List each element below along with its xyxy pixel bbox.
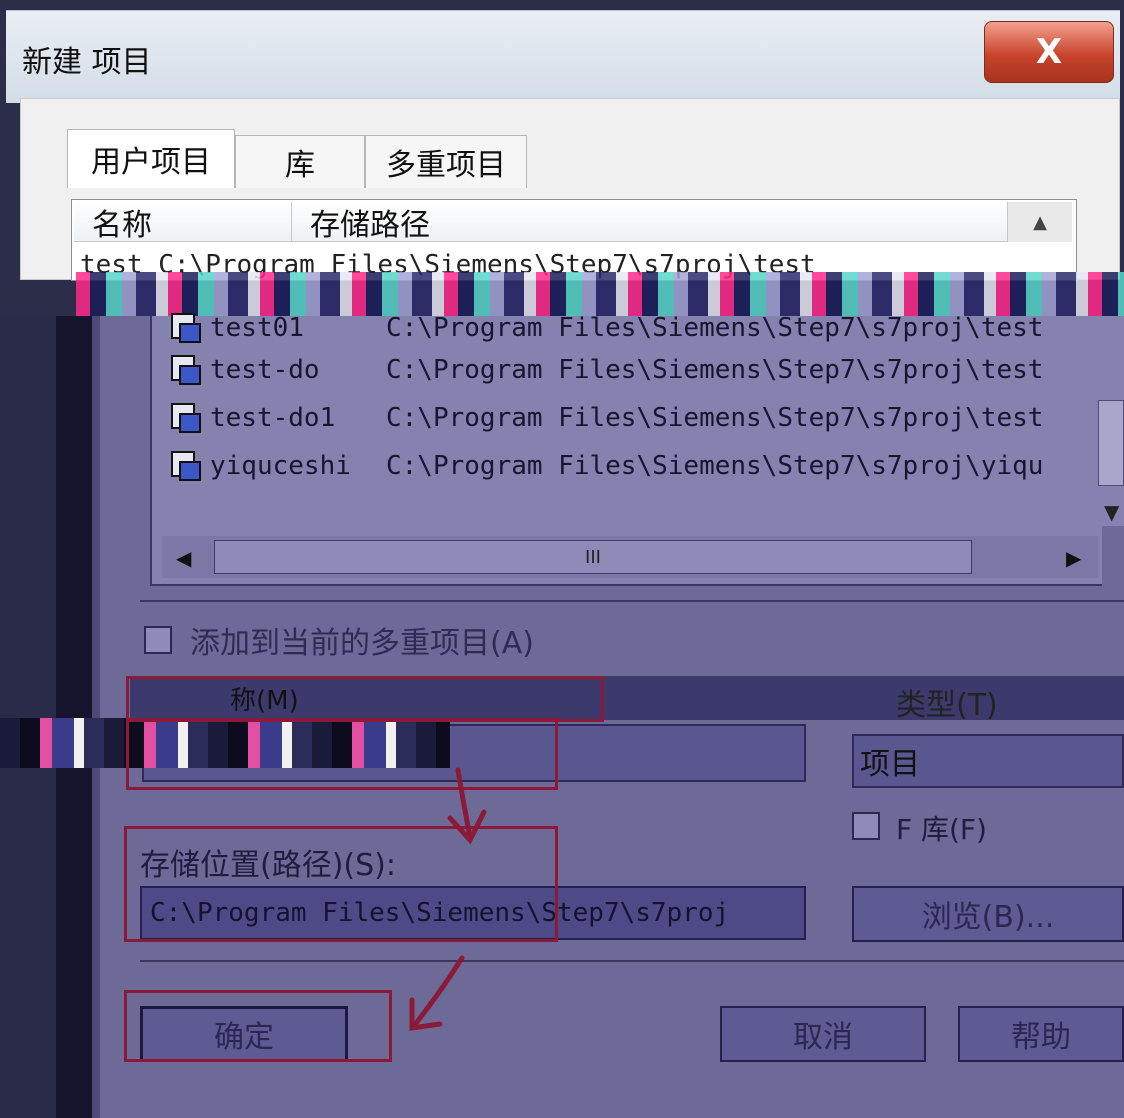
annotation-arrows <box>409 767 487 1031</box>
arrow-down-left-icon <box>411 955 465 1029</box>
new-project-dialog: 新建 项目 X 用户项目 库 多重项目 名称 存储路径 ▲ test C:\Pr… <box>0 0 1124 1118</box>
